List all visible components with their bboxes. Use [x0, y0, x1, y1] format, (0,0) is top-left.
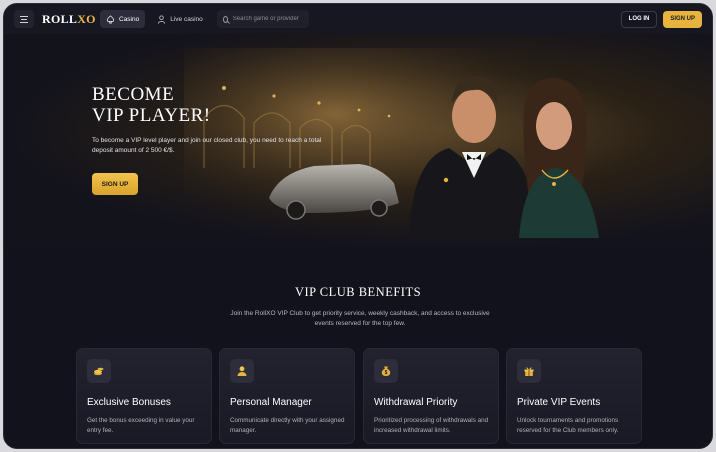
- benefit-card-text: Prioritized processing of withdrawals an…: [374, 417, 489, 434]
- hero-description: To become a VIP level player and join ou…: [92, 137, 322, 154]
- hero-title-line2: VIP PLAYER!: [92, 105, 211, 126]
- search-box[interactable]: [216, 10, 309, 28]
- benefit-card-title: Personal Manager: [230, 397, 312, 408]
- benefit-card-title: Withdrawal Priority: [374, 397, 458, 408]
- dealer-icon: [158, 14, 166, 24]
- vip-section-title: VIP CLUB BENEFITS: [294, 285, 422, 299]
- search-icon: [222, 15, 228, 23]
- benefit-card-title: Private VIP Events: [517, 397, 601, 408]
- tab-casino[interactable]: Casino: [100, 10, 146, 28]
- manager-icon: [230, 359, 254, 383]
- logo[interactable]: ROLLXO: [42, 11, 96, 27]
- benefit-card-text: Unlock tournaments and promotions reserv…: [517, 417, 619, 434]
- tab-live-casino[interactable]: Live casino: [151, 10, 209, 28]
- money-bag-icon: $: [374, 359, 398, 383]
- top-header: ROLLXO Casino Live casino LOG IN SIGN UP: [4, 4, 712, 34]
- tab-casino-label: Casino: [119, 15, 140, 23]
- benefit-card-text: Get the bonus exceeding in value your en…: [87, 417, 195, 434]
- benefit-cards: Exclusive Bonuses Get the bonus exceedin…: [76, 348, 642, 444]
- logo-main: ROLL: [42, 11, 78, 26]
- benefit-card-title: Exclusive Bonuses: [87, 397, 171, 408]
- hero-signup-button[interactable]: SIGN UP: [92, 173, 138, 195]
- benefit-card-withdrawal-priority: $ Withdrawal Priority Prioritized proces…: [363, 348, 499, 444]
- login-button[interactable]: LOG IN: [620, 10, 658, 28]
- vip-section-description: Join the RollXO VIP Club to get priority…: [230, 310, 490, 327]
- hero-title-line1: BECOME: [92, 84, 175, 105]
- tab-live-casino-label: Live casino: [170, 15, 203, 23]
- benefit-card-personal-manager: Personal Manager Communicate directly wi…: [219, 348, 355, 444]
- hero-title: BECOME VIP PLAYER!: [92, 84, 252, 126]
- benefit-card-private-vip-events: Private VIP Events Unlock tournaments an…: [506, 348, 642, 444]
- logo-accent: XO: [77, 11, 96, 26]
- gift-icon: [517, 359, 541, 383]
- benefit-card-exclusive-bonuses: Exclusive Bonuses Get the bonus exceedin…: [76, 348, 212, 444]
- signup-button[interactable]: SIGN UP: [663, 10, 702, 28]
- app-window: ROLLXO Casino Live casino LOG IN SIGN UP: [3, 3, 713, 449]
- hero-banner: BECOME VIP PLAYER! To become a VIP level…: [4, 34, 712, 250]
- benefit-card-text: Communicate directly with your assigned …: [230, 417, 345, 434]
- svg-text:$: $: [385, 370, 388, 376]
- menu-icon[interactable]: [14, 10, 34, 28]
- spade-icon: [106, 14, 115, 24]
- search-input[interactable]: [232, 16, 303, 22]
- coins-icon: [87, 359, 111, 383]
